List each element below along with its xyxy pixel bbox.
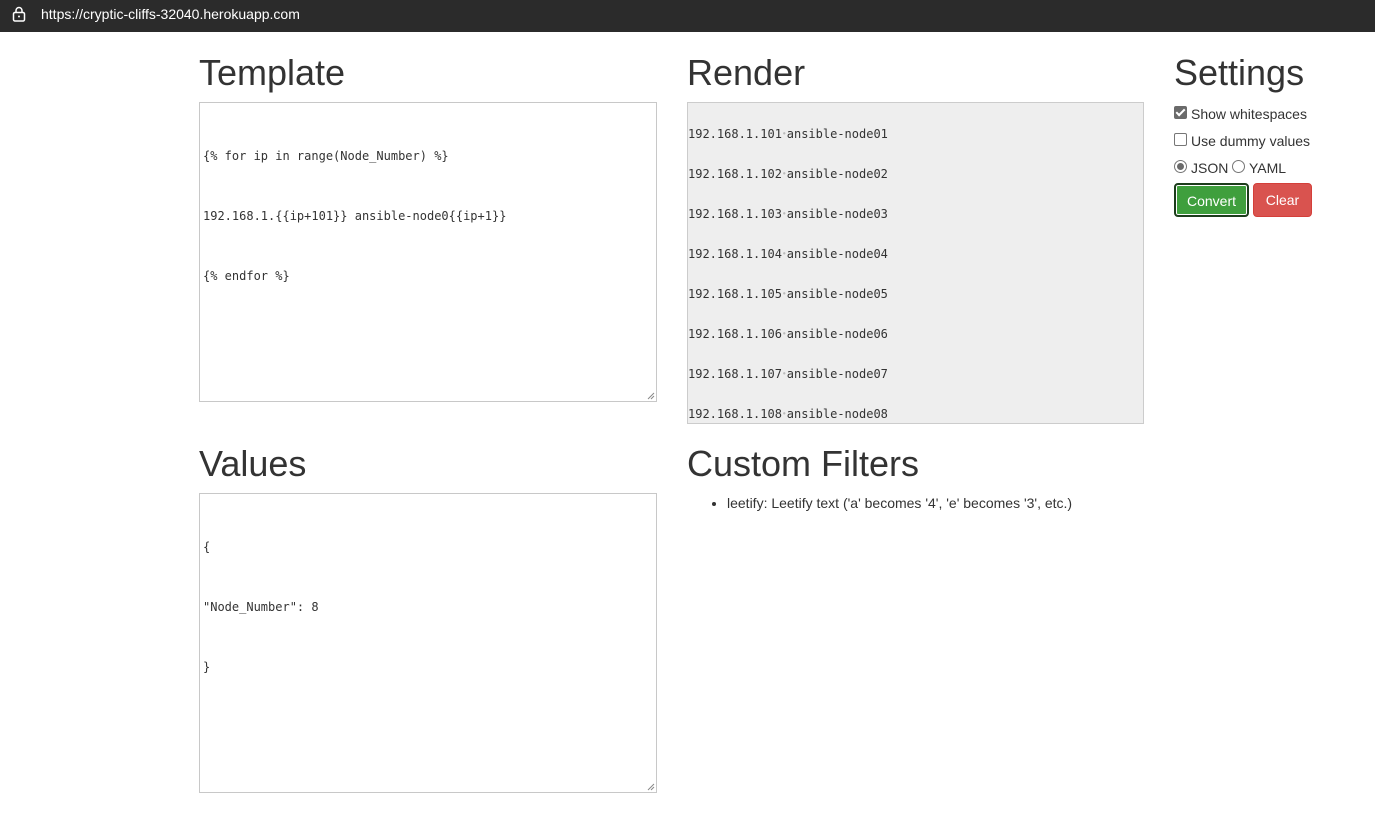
render-line: 192.168.1.107•ansible-node07 bbox=[688, 365, 888, 383]
render-ip: 192.168.1.107 bbox=[688, 367, 782, 381]
values-line-1-text: { bbox=[203, 540, 211, 554]
lock-icon bbox=[12, 6, 26, 22]
template-line: {% endfor %} bbox=[203, 266, 653, 286]
render-ip: 192.168.1.102 bbox=[688, 167, 782, 181]
convert-button[interactable]: Convert bbox=[1174, 183, 1249, 217]
use-dummy-values-label[interactable]: Use dummy values bbox=[1191, 131, 1310, 151]
browser-address-bar[interactable]: https://cryptic-cliffs-32040.herokuapp.c… bbox=[0, 0, 1375, 32]
render-ip: 192.168.1.103 bbox=[688, 207, 782, 221]
yaml-radio-label[interactable]: YAML bbox=[1249, 158, 1286, 178]
render-hostname: ansible-node03 bbox=[786, 207, 888, 221]
values-heading: Values bbox=[199, 443, 307, 484]
render-hostname: ansible-node08 bbox=[786, 407, 888, 421]
render-line: 192.168.1.104•ansible-node04 bbox=[688, 245, 888, 263]
filter-item-leetify: leetify: Leetify text ('a' becomes '4', … bbox=[727, 493, 1072, 513]
render-line: 192.168.1.106•ansible-node06 bbox=[688, 325, 888, 343]
show-whitespaces-checkbox[interactable] bbox=[1174, 106, 1187, 119]
render-hostname: ansible-node05 bbox=[786, 287, 888, 301]
json-radio-label[interactable]: JSON bbox=[1191, 158, 1228, 178]
render-heading: Render bbox=[687, 52, 806, 93]
render-hostname: ansible-node01 bbox=[786, 127, 888, 141]
render-line: 192.168.1.101•ansible-node01 bbox=[688, 125, 888, 143]
render-line: 192.168.1.102•ansible-node02 bbox=[688, 165, 888, 183]
render-hostname: ansible-node02 bbox=[786, 167, 888, 181]
render-output: 192.168.1.101•ansible-node01 192.168.1.10… bbox=[687, 102, 1144, 424]
render-ip: 192.168.1.108 bbox=[688, 407, 782, 421]
custom-filters-list: leetify: Leetify text ('a' becomes '4', … bbox=[708, 493, 1072, 513]
custom-filters-heading: Custom Filters bbox=[687, 443, 920, 484]
values-editor[interactable]: { "Node_Number": 8 } bbox=[199, 493, 657, 793]
yaml-radio[interactable] bbox=[1232, 160, 1245, 173]
values-line: { bbox=[203, 537, 653, 557]
template-line-1-text: {% for ip in range(Node_Number) %} bbox=[203, 149, 449, 163]
template-line-2-text: 192.168.1.{{ip+101}} ansible-node0{{ip+1… bbox=[203, 209, 507, 223]
use-dummy-values-checkbox[interactable] bbox=[1174, 133, 1187, 146]
url-text[interactable]: https://cryptic-cliffs-32040.herokuapp.c… bbox=[41, 5, 300, 23]
render-ip: 192.168.1.101 bbox=[688, 127, 782, 141]
render-line: 192.168.1.105•ansible-node05 bbox=[688, 285, 888, 303]
resize-grip-icon[interactable] bbox=[645, 781, 655, 791]
settings-heading: Settings bbox=[1174, 52, 1305, 93]
values-line-3-text: } bbox=[203, 660, 211, 674]
render-ip: 192.168.1.104 bbox=[688, 247, 782, 261]
values-line-2-text: "Node_Number": 8 bbox=[203, 600, 319, 614]
render-ip: 192.168.1.106 bbox=[688, 327, 782, 341]
settings-panel: Show whitespaces Use dummy values JSON Y… bbox=[1174, 104, 1324, 176]
values-line: "Node_Number": 8 bbox=[203, 597, 653, 617]
show-whitespaces-label[interactable]: Show whitespaces bbox=[1191, 104, 1307, 124]
render-ip: 192.168.1.105 bbox=[688, 287, 782, 301]
values-line: } bbox=[203, 657, 653, 677]
resize-grip-icon[interactable] bbox=[645, 390, 655, 400]
render-line: 192.168.1.108•ansible-node08 bbox=[688, 405, 888, 423]
render-hostname: ansible-node06 bbox=[786, 327, 888, 341]
template-editor[interactable]: {% for ip in range(Node_Number) %} 192.1… bbox=[199, 102, 657, 402]
template-line: {% for ip in range(Node_Number) %} bbox=[203, 146, 653, 166]
render-hostname: ansible-node07 bbox=[786, 367, 888, 381]
template-heading: Template bbox=[199, 52, 346, 93]
render-line: 192.168.1.103•ansible-node03 bbox=[688, 205, 888, 223]
template-line: 192.168.1.{{ip+101}} ansible-node0{{ip+1… bbox=[203, 206, 653, 226]
clear-button[interactable]: Clear bbox=[1253, 183, 1312, 217]
render-hostname: ansible-node04 bbox=[786, 247, 888, 261]
template-line-3-text: {% endfor %} bbox=[203, 269, 290, 283]
json-radio[interactable] bbox=[1174, 160, 1187, 173]
